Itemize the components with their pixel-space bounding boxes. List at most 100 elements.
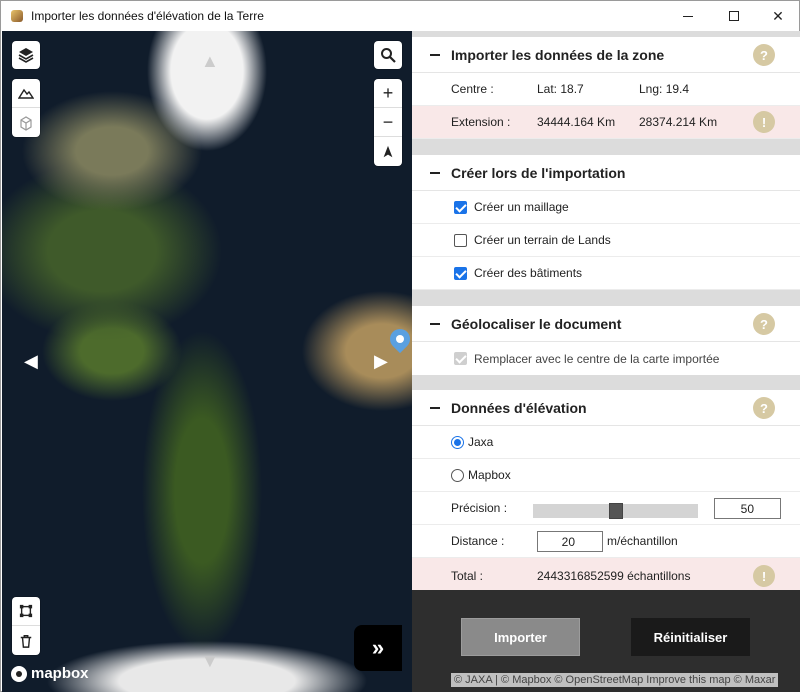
precision-input[interactable]: 50 xyxy=(714,498,781,519)
trash-icon xyxy=(20,634,32,648)
distance-row: Distance : 20 m/échantillon xyxy=(412,525,800,558)
pan-down-icon[interactable]: ▼ xyxy=(201,651,219,672)
section-header-create[interactable]: Créer lors de l'importation xyxy=(412,155,800,191)
collapse-icon xyxy=(430,322,440,325)
create-mesh-label: Créer un maillage xyxy=(474,200,569,214)
collapse-icon xyxy=(430,406,440,409)
minimize-button[interactable] xyxy=(665,1,711,31)
map-view[interactable]: + − ▲ ◀ ▶ ▼ » mapbox xyxy=(2,31,412,692)
precision-value: 50 xyxy=(740,501,754,516)
mapbox-logo-text: mapbox xyxy=(31,665,89,682)
replace-center-checkbox xyxy=(454,352,467,365)
zoom-in-button[interactable]: + xyxy=(374,79,402,108)
collapse-panel-button[interactable]: » xyxy=(354,625,402,671)
maximize-icon xyxy=(729,11,739,21)
layers-icon xyxy=(18,48,34,63)
create-mesh-row[interactable]: Créer un maillage xyxy=(412,191,800,224)
location-pin-icon[interactable] xyxy=(385,324,412,354)
extent-x-value: 34444.164 Km xyxy=(537,115,616,129)
source-mapbox-row[interactable]: Mapbox xyxy=(412,459,800,492)
app-window: Importer les données d'élévation de la T… xyxy=(0,0,800,692)
import-button[interactable]: Importer xyxy=(461,618,580,656)
app-icon xyxy=(11,10,23,22)
layers-button[interactable] xyxy=(12,41,40,69)
minus-icon: − xyxy=(382,111,394,132)
cube-icon xyxy=(20,115,32,131)
zoom-group: + − xyxy=(374,79,402,166)
section-import-area: Importer les données de la zone ? Centre… xyxy=(412,37,800,139)
source-jaxa-label: Jaxa xyxy=(468,435,494,449)
lat-value: Lat: 18.7 xyxy=(537,82,584,96)
close-button[interactable]: ✕ xyxy=(755,1,800,31)
precision-row: Précision : 50 xyxy=(412,492,800,525)
compass-icon xyxy=(383,145,393,157)
replace-center-label: Remplacer avec le centre de la carte imp… xyxy=(474,351,720,366)
double-chevron-icon: » xyxy=(371,635,385,660)
section-title: Géolocaliser le document xyxy=(451,315,622,332)
section-create: Créer lors de l'importation Créer un mai… xyxy=(412,155,800,290)
warning-icon[interactable]: ! xyxy=(753,565,775,587)
title-bar: Importer les données d'élévation de la T… xyxy=(1,1,799,31)
section-geolocate: Géolocaliser le document ? Remplacer ave… xyxy=(412,306,800,375)
extent-y-value: 28374.214 Km xyxy=(639,115,718,129)
section-header-elevation[interactable]: Données d'élévation ? xyxy=(412,390,800,426)
create-buildings-row[interactable]: Créer des bâtiments xyxy=(412,257,800,290)
settings-panel: Importer les données de la zone ? Centre… xyxy=(412,31,800,692)
section-header-geolocate[interactable]: Géolocaliser le document ? xyxy=(412,306,800,342)
draw-tools xyxy=(12,597,40,655)
search-button[interactable] xyxy=(374,41,402,69)
pan-up-icon[interactable]: ▲ xyxy=(201,51,219,72)
collapse-icon xyxy=(430,53,440,56)
source-jaxa-radio[interactable] xyxy=(451,435,464,449)
create-terrain-label: Créer un terrain de Lands xyxy=(474,233,611,247)
precision-slider-thumb[interactable] xyxy=(608,503,623,519)
source-mapbox-radio[interactable] xyxy=(451,468,464,482)
create-buildings-checkbox[interactable] xyxy=(454,266,467,280)
delete-selection-button[interactable] xyxy=(12,626,40,655)
search-icon xyxy=(381,48,396,63)
create-mesh-checkbox[interactable] xyxy=(454,200,467,214)
source-mapbox-label: Mapbox xyxy=(468,468,511,482)
close-icon: ✕ xyxy=(772,7,784,24)
plus-icon: + xyxy=(382,82,394,103)
collapse-icon xyxy=(430,171,440,174)
total-label: Total : xyxy=(451,569,484,583)
warning-icon[interactable]: ! xyxy=(753,111,775,133)
section-title: Données d'élévation xyxy=(451,399,587,416)
3d-buildings-button[interactable] xyxy=(12,108,40,137)
compass-button[interactable] xyxy=(374,137,402,166)
pan-right-icon[interactable]: ▶ xyxy=(374,351,388,372)
mapbox-logo-icon xyxy=(11,665,27,682)
section-title: Créer lors de l'importation xyxy=(451,164,626,181)
section-header-import[interactable]: Importer les données de la zone ? xyxy=(412,37,800,73)
terrain-button[interactable] xyxy=(12,79,40,108)
map-mode-group xyxy=(12,79,40,137)
lng-value: Lng: 19.4 xyxy=(639,82,690,96)
mapbox-logo: mapbox xyxy=(11,665,89,682)
create-terrain-checkbox[interactable] xyxy=(454,233,467,247)
help-icon[interactable]: ? xyxy=(753,313,775,335)
zoom-out-button[interactable]: − xyxy=(374,108,402,137)
help-icon[interactable]: ? xyxy=(753,397,775,419)
source-jaxa-row[interactable]: Jaxa xyxy=(412,426,800,459)
minimize-icon xyxy=(683,15,693,17)
section-title: Importer les données de la zone xyxy=(451,46,665,63)
distance-input[interactable]: 20 xyxy=(537,531,603,552)
distance-value: 20 xyxy=(561,534,575,549)
extent-row: Extension : 34444.164 Km 28374.214 Km ! xyxy=(412,106,800,139)
reset-button[interactable]: Réinitialiser xyxy=(631,618,750,656)
center-row: Centre : Lat: 18.7 Lng: 19.4 xyxy=(412,73,800,106)
pan-left-icon[interactable]: ◀ xyxy=(24,351,38,372)
section-elevation: Données d'élévation ? Jaxa Mapbox Précis… xyxy=(412,390,800,594)
total-value: 2443316852599 échantillons xyxy=(537,569,691,583)
map-attribution[interactable]: © JAXA | © Mapbox © OpenStreetMap Improv… xyxy=(451,673,779,687)
mountain-icon xyxy=(18,88,34,99)
total-row: Total : 2443316852599 échantillons ! xyxy=(412,558,800,594)
precision-label: Précision : xyxy=(451,501,508,515)
maximize-button[interactable] xyxy=(711,1,757,31)
help-icon[interactable]: ? xyxy=(753,44,775,66)
create-terrain-row[interactable]: Créer un terrain de Lands xyxy=(412,224,800,257)
draw-rectangle-button[interactable] xyxy=(12,597,40,626)
distance-label: Distance : xyxy=(451,534,505,548)
center-label: Centre : xyxy=(451,82,494,96)
